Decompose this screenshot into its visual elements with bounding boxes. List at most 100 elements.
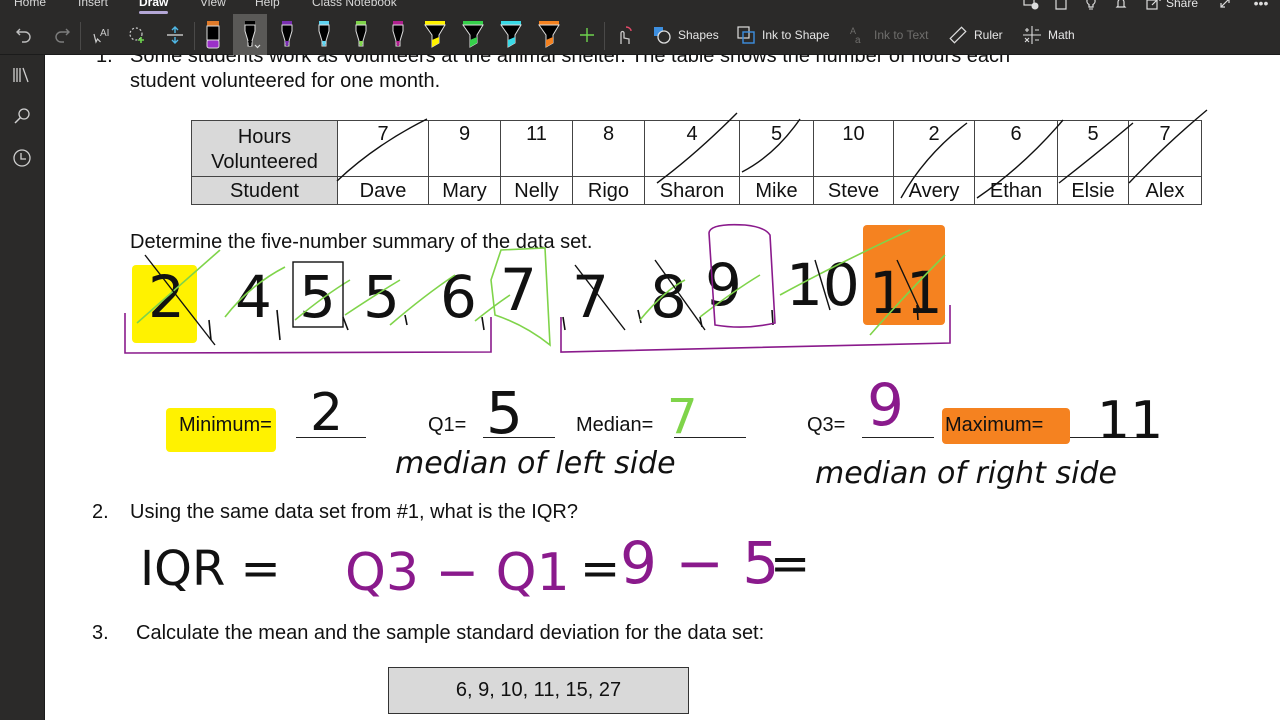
tab-class-notebook[interactable]: Class Notebook: [312, 0, 397, 10]
sync-status-icon[interactable]: [1020, 0, 1042, 11]
shapes-label: Shapes: [678, 28, 719, 42]
student-cell: Mary: [428, 176, 501, 205]
shapes-button[interactable]: Shapes: [652, 14, 719, 56]
hw-number: 8: [650, 263, 687, 331]
title-bar-actions: Share •••: [1012, 0, 1280, 12]
add-pen-button[interactable]: [574, 14, 600, 56]
toolbar-separator: [604, 22, 605, 50]
hw-number: 4: [235, 263, 272, 331]
tab-draw[interactable]: Draw: [139, 0, 169, 14]
handwritten-sorted-list: 2 4 5 5 6 7 7 8 9 10 11: [148, 251, 943, 331]
more-options-icon[interactable]: •••: [1250, 0, 1272, 11]
draw-toolbar: AI Shapes Ink to Shape A a Ink to Text R…: [0, 14, 1280, 56]
svg-text:a: a: [855, 35, 861, 45]
ink-to-text-button[interactable]: Aa Ink to Text: [848, 14, 928, 56]
search-button[interactable]: [10, 104, 34, 128]
question-3-text: Calculate the mean and the sample standa…: [136, 622, 765, 644]
lightbulb-icon[interactable]: [1080, 0, 1102, 11]
median-blank[interactable]: [674, 437, 746, 438]
pen-button-3[interactable]: [270, 14, 304, 56]
pen-button-2[interactable]: [233, 14, 267, 56]
add-space-icon: [167, 26, 183, 44]
student-cell: Sharon: [644, 176, 740, 205]
student-header-cell: Student: [191, 176, 338, 205]
notebook-page[interactable]: 1. Some students work as volunteers at t…: [45, 55, 1280, 720]
redo-icon: [55, 28, 70, 43]
student-cell: Dave: [337, 176, 429, 205]
hw-iqr-lhs: IQR =: [140, 541, 281, 597]
pen-button-5[interactable]: [344, 14, 378, 56]
ink-to-shape-button[interactable]: Ink to Shape: [736, 14, 829, 56]
student-cell: Nelly: [500, 176, 573, 205]
hours-cell: 4: [644, 120, 740, 177]
recent-icon: [13, 149, 31, 167]
maximum-blank[interactable]: [1070, 437, 1140, 438]
hw-number: 5: [299, 263, 336, 331]
five-number-prompt: Determine the five-number summary of the…: [130, 231, 593, 253]
q1-blank[interactable]: [483, 437, 555, 438]
ruler-button[interactable]: Ruler: [948, 14, 1003, 56]
minimum-label: Minimum=: [179, 414, 272, 436]
redo-button[interactable]: [48, 14, 76, 56]
hw-number: 7: [500, 256, 537, 324]
dataset-values: 6, 9, 10, 11, 15, 27: [455, 679, 622, 701]
undo-button[interactable]: [10, 14, 38, 56]
q1-label: Q1=: [428, 414, 467, 436]
tab-view[interactable]: View: [200, 0, 226, 10]
highlighter-icon: [500, 21, 522, 48]
q3-blank[interactable]: [862, 437, 934, 438]
pen-icon: [244, 21, 261, 49]
math-button[interactable]: Math: [1022, 14, 1075, 56]
svg-text:AI: AI: [100, 28, 109, 39]
recent-button[interactable]: [10, 146, 34, 170]
highlighter-button-9[interactable]: [494, 14, 528, 56]
q1-box: [292, 261, 344, 328]
tab-insert[interactable]: Insert: [78, 0, 108, 10]
touch-draw-button[interactable]: [610, 14, 638, 56]
share-button[interactable]: Share: [1146, 0, 1198, 10]
question-1-number: 1.: [96, 55, 113, 67]
hw-minimum-answer: 2: [310, 383, 343, 443]
tab-home[interactable]: Home: [14, 0, 46, 10]
search-icon: [14, 108, 30, 124]
hours-cell: 8: [572, 120, 645, 177]
highlighter-button-10[interactable]: [532, 14, 566, 56]
share-icon: [1146, 0, 1161, 10]
hw-maximum-answer: 11: [1097, 391, 1163, 451]
tab-help[interactable]: Help: [255, 0, 280, 10]
hw-commas: [208, 304, 919, 341]
toolbar-separator: [194, 22, 195, 50]
pen-button-6[interactable]: [381, 14, 415, 56]
student-cell: Rigo: [572, 176, 645, 205]
add-space-button[interactable]: [162, 14, 188, 56]
highlighter-button-7[interactable]: [418, 14, 452, 56]
undo-icon: [16, 28, 31, 43]
pen-icon: [355, 21, 367, 47]
lasso-select-button[interactable]: [125, 14, 151, 56]
eraser-button-1[interactable]: [196, 14, 230, 56]
hw-note-right: median of right side: [815, 456, 1117, 491]
page-icon[interactable]: [1050, 0, 1072, 11]
maximum-label: Maximum=: [945, 414, 1044, 436]
hours-cell: 7: [337, 120, 429, 177]
orange-highlight-max: [863, 225, 945, 325]
handwritten-notes: median of left side median of right side: [395, 446, 1117, 491]
pen-button-4[interactable]: [307, 14, 341, 56]
black-cross-marks: [144, 254, 921, 346]
notebooks-button[interactable]: [10, 63, 34, 87]
student-row: Student Dave Mary Nelly Rigo Sharon Mike…: [191, 176, 1202, 205]
highlighter-button-8[interactable]: [456, 14, 490, 56]
student-cell: Elsie: [1057, 176, 1129, 205]
question-2-text: Using the same data set from #1, what is…: [130, 501, 578, 523]
ink-to-shape-label: Ink to Shape: [762, 28, 830, 42]
question-3-number: 3.: [92, 622, 109, 644]
minimum-blank[interactable]: [296, 437, 366, 438]
type-select-button[interactable]: AI: [88, 14, 114, 56]
hw-number: 7: [572, 263, 609, 331]
expand-icon[interactable]: [1214, 0, 1236, 11]
bell-icon[interactable]: [1110, 0, 1132, 11]
pen-icon: [318, 21, 330, 47]
lasso-select-icon: [129, 27, 144, 43]
ruler-label: Ruler: [974, 28, 1003, 42]
ruler-icon: [949, 26, 967, 44]
